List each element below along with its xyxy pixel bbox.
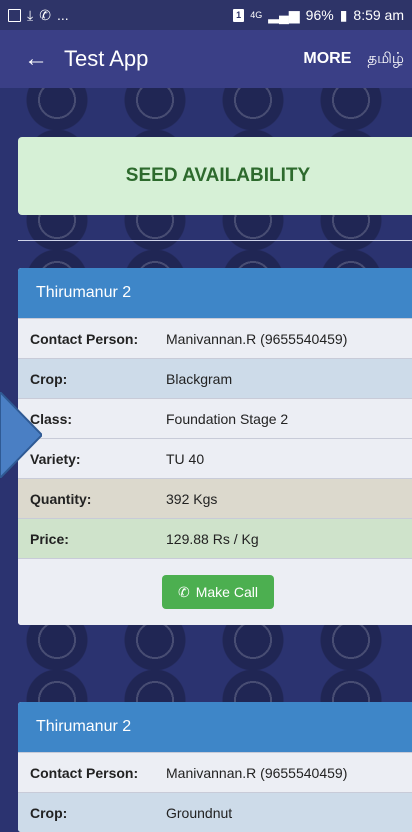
row-value: Blackgram xyxy=(166,370,233,387)
row-value: Manivannan.R (9655540459) xyxy=(166,764,348,781)
divider xyxy=(18,240,412,241)
row-value: Groundnut xyxy=(166,804,233,821)
row-class: Class: Foundation Stage 2 xyxy=(18,398,412,438)
row-label: Crop: xyxy=(30,370,68,387)
status-bar: ⤓ ✆ ... 1 4G ▂▄▆ 96% ▮ 8:59 am xyxy=(0,0,412,30)
gallery-icon xyxy=(8,8,21,22)
row-crop: Crop: Groundnut xyxy=(18,792,412,832)
pointer-arrow-icon xyxy=(0,392,42,478)
more-button[interactable]: MORE xyxy=(303,50,351,68)
row-label: Crop: xyxy=(30,804,68,821)
row-contact: Contact Person: Manivannan.R (9655540459… xyxy=(18,318,412,358)
row-variety: Variety: TU 40 xyxy=(18,438,412,478)
row-price: Price: 129.88 Rs / Kg xyxy=(18,518,412,558)
app-title: Test App xyxy=(64,46,149,71)
status-ellipsis: ... xyxy=(56,7,69,23)
card-header: Thirumanur 2 xyxy=(18,268,412,318)
seed-card: Thirumanur 2 Contact Person: Manivannan.… xyxy=(18,702,412,832)
seed-card: Thirumanur 2 Contact Person: Manivannan.… xyxy=(18,268,412,625)
row-crop: Crop: Blackgram xyxy=(18,358,412,398)
seed-availability-banner: SEED AVAILABILITY xyxy=(18,137,412,215)
make-call-button[interactable]: ✆ Make Call xyxy=(162,575,274,609)
row-label: Quantity: xyxy=(30,490,92,507)
make-call-label: Make Call xyxy=(195,584,258,600)
clock: 8:59 am xyxy=(353,7,404,23)
banner-title: SEED AVAILABILITY xyxy=(125,165,311,186)
back-button[interactable]: ← xyxy=(12,45,60,73)
download-icon: ⤓ xyxy=(27,6,34,23)
sim-icon: 1 xyxy=(233,8,245,22)
row-value: 392 Kgs xyxy=(166,490,218,507)
row-value: 129.88 Rs / Kg xyxy=(166,530,259,547)
language-toggle[interactable]: தமிழ் xyxy=(367,50,404,69)
battery-percent: 96% xyxy=(305,7,334,23)
call-row: ✆ Make Call xyxy=(18,558,412,625)
row-label: Contact Person: xyxy=(30,330,139,347)
row-contact: Contact Person: Manivannan.R (9655540459… xyxy=(18,752,412,792)
app-bar: ← Test App MORE தமிழ் xyxy=(0,30,412,88)
row-value: Foundation Stage 2 xyxy=(166,410,289,427)
battery-icon: ▮ xyxy=(339,6,348,23)
phone-icon: ✆ xyxy=(39,6,51,23)
signal-icon: ▂▄▆ xyxy=(268,6,300,23)
network-label: 4G xyxy=(250,10,263,20)
row-quantity: Quantity: 392 Kgs xyxy=(18,478,412,518)
row-label: Contact Person: xyxy=(30,764,139,781)
card-header: Thirumanur 2 xyxy=(18,702,412,752)
row-value: Manivannan.R (9655540459) xyxy=(166,330,348,347)
row-label: Price: xyxy=(30,530,69,547)
phone-icon: ✆ xyxy=(178,583,190,600)
row-value: TU 40 xyxy=(166,450,205,467)
